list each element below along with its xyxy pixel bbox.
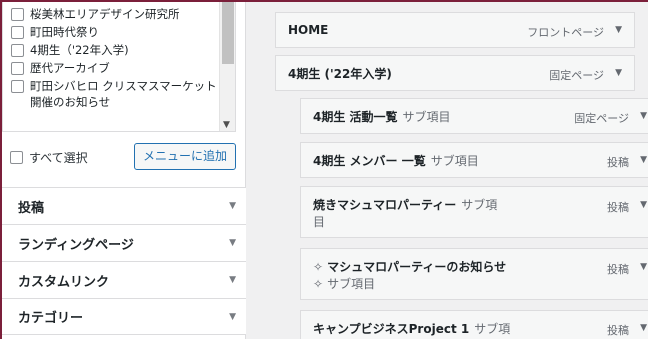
select-all-label[interactable]: すべて選択 — [29, 149, 88, 166]
menu-item-4th-gen[interactable]: 4期生 ('22年入学) 固定ページ ▼ — [275, 55, 635, 91]
accordion-title: 投稿 — [18, 200, 45, 216]
menu-item-marshmallow-notice[interactable]: ✧ マシュマロパーティーのお知らせ ✧ サブ項目 投稿 ▼ — [300, 248, 648, 300]
chevron-down-icon[interactable]: ▼ — [615, 68, 622, 78]
sparkle-icon: ✧ — [313, 260, 324, 274]
chevron-down-icon: ▼ — [229, 275, 236, 285]
select-all-row: すべて選択 メニューに追加 — [2, 142, 236, 172]
accordion-title: カテゴリー — [18, 311, 84, 326]
list-item[interactable]: 町田時代祭り — [11, 24, 235, 40]
menu-item-camp-business[interactable]: キャンプビジネスProject 1 サブ項 投稿 ▼ — [300, 310, 648, 339]
accordion-posts[interactable]: 投稿 ▼ — [2, 187, 246, 224]
scrollbar[interactable]: ▼ — [219, 2, 235, 131]
scroll-down-icon[interactable]: ▼ — [223, 120, 230, 130]
accordion-categories[interactable]: カテゴリー ▼ — [2, 298, 246, 335]
accordion-custom-links[interactable]: カスタムリンク ▼ — [2, 261, 246, 298]
checkbox-icon[interactable] — [11, 80, 24, 93]
sparkle-icon: ✧ — [313, 277, 324, 291]
menu-item-members[interactable]: 4期生 メンバー 一覧 サブ項目 投稿 ▼ — [300, 142, 648, 178]
list-item[interactable]: 町田シバヒロ クリスマスマーケット開催のお知らせ — [11, 78, 235, 110]
checkbox-icon[interactable] — [10, 150, 23, 164]
scrollbar-thumb[interactable] — [222, 2, 234, 64]
list-item[interactable]: 桜美林エリアデザイン研究所 — [11, 6, 235, 22]
accordion-landing-pages[interactable]: ランディングページ ▼ — [2, 224, 246, 261]
checkbox-icon[interactable] — [11, 8, 24, 21]
chevron-down-icon[interactable]: ▼ — [640, 155, 647, 165]
checkbox-icon[interactable] — [11, 44, 24, 57]
checkbox-icon[interactable] — [11, 26, 24, 39]
page-checklist: 桜美林エリアデザイン研究所 町田時代祭り 4期生（'22年入学) 歴代アーカイブ… — [2, 2, 236, 132]
list-item[interactable]: 4期生（'22年入学) — [11, 42, 235, 58]
menu-source-panel: 桜美林エリアデザイン研究所 町田時代祭り 4期生（'22年入学) 歴代アーカイブ… — [2, 2, 246, 339]
menu-item-marshmallow-party[interactable]: 焼きマシュマロパーティー サブ項目 投稿 ▼ — [300, 186, 648, 238]
chevron-down-icon: ▼ — [229, 311, 236, 322]
add-to-menu-button[interactable]: メニューに追加 — [133, 143, 236, 170]
accordion-title: ランディングページ — [18, 237, 134, 253]
chevron-down-icon[interactable]: ▼ — [615, 25, 622, 35]
chevron-down-icon[interactable]: ▼ — [640, 262, 647, 272]
chevron-down-icon[interactable]: ▼ — [640, 200, 647, 210]
chevron-down-icon: ▼ — [229, 201, 236, 211]
chevron-down-icon[interactable]: ▼ — [640, 323, 647, 333]
checkbox-icon[interactable] — [11, 62, 24, 75]
menu-item-home[interactable]: HOME フロントページ ▼ — [275, 12, 635, 48]
chevron-down-icon: ▼ — [229, 238, 236, 248]
accordion-title: カスタムリンク — [18, 274, 110, 290]
menu-item-activities[interactable]: 4期生 活動一覧 サブ項目 固定ページ ▼ — [300, 98, 648, 134]
list-item[interactable]: 歴代アーカイブ — [11, 60, 235, 76]
chevron-down-icon[interactable]: ▼ — [640, 111, 647, 121]
